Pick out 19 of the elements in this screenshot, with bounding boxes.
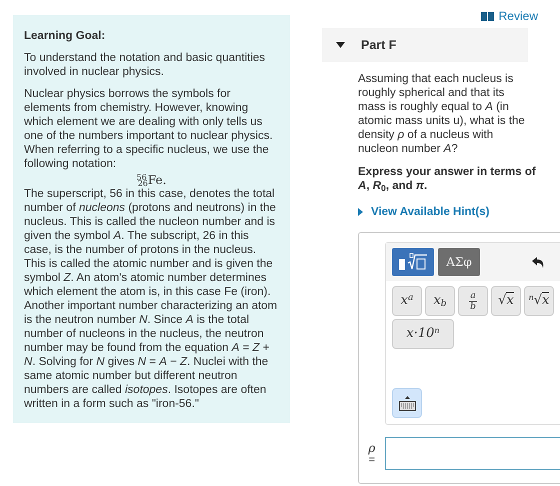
- equals-sign: =: [368, 454, 375, 466]
- question-text: Assuming that each nucleus is roughly spherical and that its mass is roughly equal to A (in atomic mass units u), what is the density ρ of a nucleus with nucleon number A?: [358, 72, 526, 156]
- paragraph: Nuclear physics borrows the symbols for elements from chemistry. However, knowing which element we are dealing with only tells us one of the numbers important to nuclear physics. When referring to a specific nucleus, we use the following notation:: [24, 87, 274, 171]
- math-template-button[interactable]: $^{n}$√x: [524, 286, 554, 316]
- review-link[interactable]: Review: [480, 9, 538, 23]
- symbols-tab[interactable]: ΑΣφ: [438, 248, 480, 276]
- math-template-button[interactable]: x·10$^{n}$: [392, 319, 454, 349]
- part-header[interactable]: Part F: [322, 28, 528, 62]
- part-title: Part F: [361, 38, 396, 52]
- answer-instruction: Express your answer in terms of A, R$_{0}$, and π.: [358, 165, 537, 193]
- math-template-button[interactable]: a b: [458, 286, 488, 316]
- math-template-button[interactable]: x$^{a}$: [392, 286, 422, 316]
- paragraph: To understand the notation and basic quantities involved in nuclear physics.: [24, 51, 266, 79]
- math-template-button[interactable]: √x: [491, 286, 521, 316]
- learning-goal-title: Learning Goal:: [24, 29, 106, 43]
- paragraph: The superscript, 56 in this case, denotes the total number of nucleons (protons and neutrons) in the nucleus. This is called the nucleon number and is given the symbol A. The subscript, 26 in this case, is the number of protons in the nucleus. This is called the atomic number and is given the symbol Z. An atom's atomic number determines which element the atom is, in this case Fe (iron). Another important number characterizing an atom is the neutron number N. Since A is the total number of nucleons in the nucleus, the neutron number may be found from the equation A = Z + N. Solving for N gives N = A − Z. Nuclei with the same atomic number but different neutron numbers are called isotopes. Isotopes are often written in a form such as "iron-56.": [24, 187, 278, 411]
- answer-variable: ρ: [368, 442, 376, 454]
- math-template-button[interactable]: x$_{b}$: [425, 286, 455, 316]
- view-hints-link[interactable]: View Available Hint(s): [358, 205, 560, 219]
